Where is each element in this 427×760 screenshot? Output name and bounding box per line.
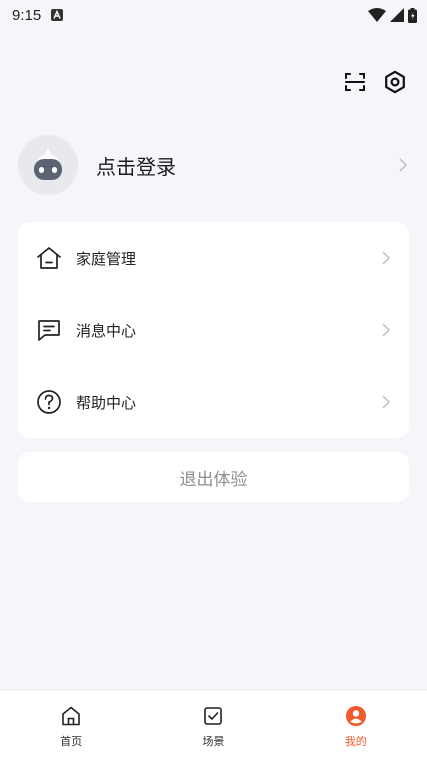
menu-item-label: 帮助中心	[76, 393, 137, 412]
tab-profile[interactable]: 我的	[285, 690, 427, 760]
chevron-right-icon	[399, 158, 408, 172]
avatar[interactable]	[18, 135, 78, 195]
tab-home[interactable]: 首页	[0, 690, 142, 760]
top-actions	[343, 70, 407, 94]
tab-scene[interactable]: 场景	[142, 690, 284, 760]
chevron-right-icon	[382, 251, 391, 265]
battery-icon	[408, 7, 417, 23]
tab-label: 首页	[60, 735, 83, 748]
home-tab-icon	[62, 706, 80, 726]
tab-label: 场景	[202, 735, 225, 748]
logout-button[interactable]: 退出体验	[18, 452, 409, 502]
status-bar: 9:15	[0, 0, 427, 30]
menu-item-message-center[interactable]: 消息中心	[18, 294, 409, 366]
chevron-right-icon	[382, 395, 391, 409]
robot-avatar-icon	[34, 148, 62, 180]
settings-icon[interactable]	[383, 70, 407, 94]
tab-label: 我的	[344, 735, 367, 748]
help-icon	[37, 390, 61, 414]
signal-icon	[390, 8, 404, 22]
message-icon	[38, 320, 60, 341]
wifi-icon	[368, 8, 386, 22]
menu-item-family-management[interactable]: 家庭管理	[18, 222, 409, 294]
menu-item-label: 消息中心	[76, 321, 137, 340]
menu-card: 家庭管理 消息中心 帮助中心	[18, 222, 409, 438]
menu-item-help-center[interactable]: 帮助中心	[18, 366, 409, 438]
status-time: 9:15	[12, 6, 42, 24]
tab-bar: 首页 场景 我的	[0, 689, 427, 760]
profile-tab-icon	[345, 706, 366, 726]
login-label[interactable]: 点击登录	[96, 151, 398, 180]
scan-icon[interactable]	[343, 70, 367, 94]
menu-item-label: 家庭管理	[76, 249, 137, 268]
notification-a-icon	[51, 9, 64, 21]
home-icon	[37, 247, 61, 269]
profile-login-row[interactable]: 点击登录	[18, 134, 408, 196]
chevron-right-icon	[382, 323, 391, 337]
scene-tab-icon	[204, 707, 223, 725]
